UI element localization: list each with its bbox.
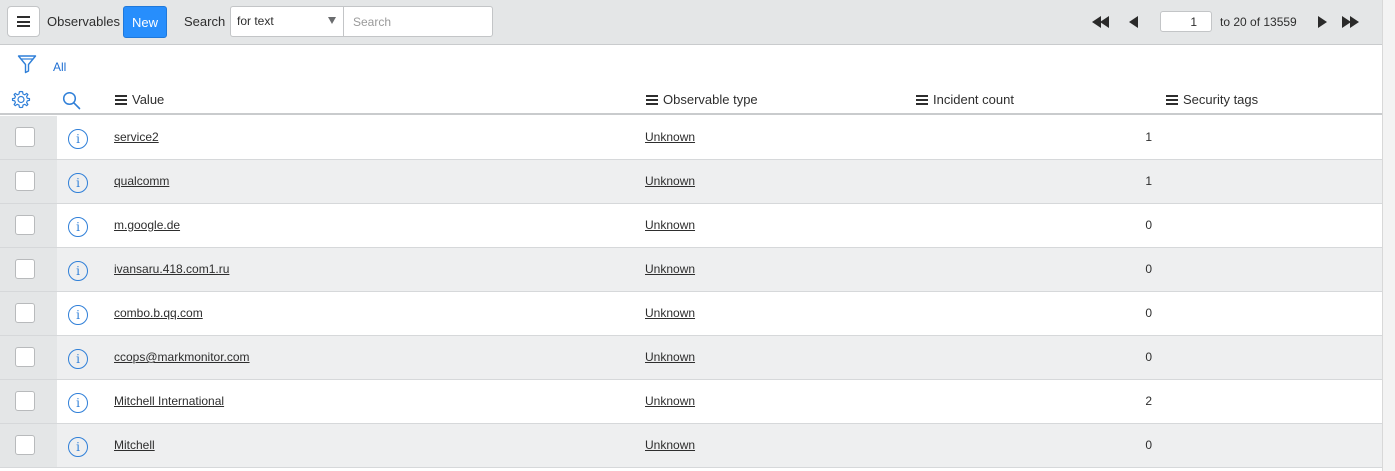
cell-observable-type[interactable]: Unknown	[645, 218, 695, 232]
cell-observable-type[interactable]: Unknown	[645, 306, 695, 320]
first-page-button[interactable]	[1092, 13, 1109, 31]
column-menu-icon[interactable]	[646, 94, 658, 105]
cell-observable-type[interactable]: Unknown	[645, 438, 695, 452]
column-incident-count-label: Incident count	[933, 92, 1014, 107]
row-checkbox[interactable]	[15, 435, 35, 455]
table-row: i ivansaru.418.com1.ru Unknown 0	[0, 248, 1382, 292]
column-value[interactable]: Value	[115, 92, 164, 107]
cell-value[interactable]: combo.b.qq.com	[114, 306, 203, 320]
row-checkbox[interactable]	[15, 303, 35, 323]
info-icon[interactable]: i	[68, 129, 88, 149]
cell-incident-count: 1	[1145, 174, 1152, 188]
previous-page-icon	[1129, 16, 1138, 28]
row-checkbox[interactable]	[15, 347, 35, 367]
row-checkbox[interactable]	[15, 259, 35, 279]
table-body: i service2 Unknown 1 i qualcomm Unknown …	[0, 116, 1382, 468]
info-icon[interactable]: i	[68, 261, 88, 281]
gear-icon[interactable]	[11, 90, 31, 113]
column-header-row: Value Observable type Incident count Sec…	[0, 84, 1382, 115]
cell-observable-type[interactable]: Unknown	[645, 394, 695, 408]
cell-observable-type[interactable]: Unknown	[645, 130, 695, 144]
cell-incident-count: 0	[1145, 306, 1152, 320]
cell-value[interactable]: service2	[114, 130, 159, 144]
cell-value[interactable]: Mitchell	[114, 438, 155, 452]
info-icon[interactable]: i	[68, 217, 88, 237]
previous-page-button[interactable]	[1129, 13, 1138, 31]
row-checkbox[interactable]	[15, 391, 35, 411]
page-range-text: to 20 of 13559	[1220, 15, 1297, 29]
table-row: i Mitchell International Unknown 2	[0, 380, 1382, 424]
vertical-scrollbar[interactable]	[1382, 0, 1395, 471]
row-checkbox[interactable]	[15, 215, 35, 235]
cell-observable-type[interactable]: Unknown	[645, 174, 695, 188]
cell-observable-type[interactable]: Unknown	[645, 350, 695, 364]
cell-incident-count: 2	[1145, 394, 1152, 408]
row-checkbox[interactable]	[15, 171, 35, 191]
cell-value[interactable]: ccops@markmonitor.com	[114, 350, 250, 364]
column-incident-count[interactable]: Incident count	[916, 92, 1014, 107]
list-menu-button[interactable]	[7, 6, 40, 37]
search-input[interactable]	[343, 6, 493, 37]
page-number-input[interactable]	[1160, 11, 1212, 32]
table-row: i ccops@markmonitor.com Unknown 0	[0, 336, 1382, 380]
info-icon[interactable]: i	[68, 305, 88, 325]
cell-value[interactable]: Mitchell International	[114, 394, 224, 408]
new-button[interactable]: New	[123, 6, 167, 38]
info-icon[interactable]: i	[68, 393, 88, 413]
cell-value[interactable]: m.google.de	[114, 218, 180, 232]
table-row: i combo.b.qq.com Unknown 0	[0, 292, 1382, 336]
next-page-icon	[1318, 16, 1327, 28]
search-label: Search	[184, 14, 226, 29]
info-icon[interactable]: i	[68, 173, 88, 193]
cell-incident-count: 1	[1145, 130, 1152, 144]
next-page-button[interactable]	[1318, 13, 1327, 31]
column-observable-type[interactable]: Observable type	[646, 92, 758, 107]
column-value-label: Value	[132, 92, 165, 107]
cell-incident-count: 0	[1145, 218, 1152, 232]
column-menu-icon[interactable]	[1166, 94, 1178, 105]
table-row: i Mitchell Unknown 0	[0, 424, 1382, 468]
cell-value[interactable]: qualcomm	[114, 174, 169, 188]
caret-down-icon	[328, 17, 336, 24]
column-observable-type-label: Observable type	[663, 92, 758, 107]
info-icon[interactable]: i	[68, 437, 88, 457]
info-icon[interactable]: i	[68, 349, 88, 369]
cell-observable-type[interactable]: Unknown	[645, 262, 695, 276]
table-row: i qualcomm Unknown 1	[0, 160, 1382, 204]
filter-breadcrumb-all[interactable]: All	[53, 60, 66, 74]
search-field-value: for text	[237, 14, 274, 28]
cell-incident-count: 0	[1145, 350, 1152, 364]
column-security-tags[interactable]: Security tags	[1166, 92, 1258, 107]
filter-icon[interactable]	[17, 54, 37, 77]
column-menu-icon[interactable]	[916, 94, 928, 105]
table-row: i m.google.de Unknown 0	[0, 204, 1382, 248]
list-header-bar: Observables New Search for text to 20 of…	[0, 0, 1382, 45]
hamburger-icon	[17, 16, 30, 27]
cell-incident-count: 0	[1145, 262, 1152, 276]
search-field-select[interactable]: for text	[230, 6, 344, 37]
column-security-tags-label: Security tags	[1183, 92, 1259, 107]
cell-value[interactable]: ivansaru.418.com1.ru	[114, 262, 229, 276]
cell-incident-count: 0	[1145, 438, 1152, 452]
table-row: i service2 Unknown 1	[0, 116, 1382, 160]
row-checkbox[interactable]	[15, 127, 35, 147]
search-icon[interactable]	[62, 91, 81, 113]
list-title: Observables	[47, 14, 120, 29]
last-page-button[interactable]	[1342, 13, 1359, 31]
column-menu-icon[interactable]	[115, 94, 127, 105]
filter-bar: All	[0, 46, 1382, 84]
